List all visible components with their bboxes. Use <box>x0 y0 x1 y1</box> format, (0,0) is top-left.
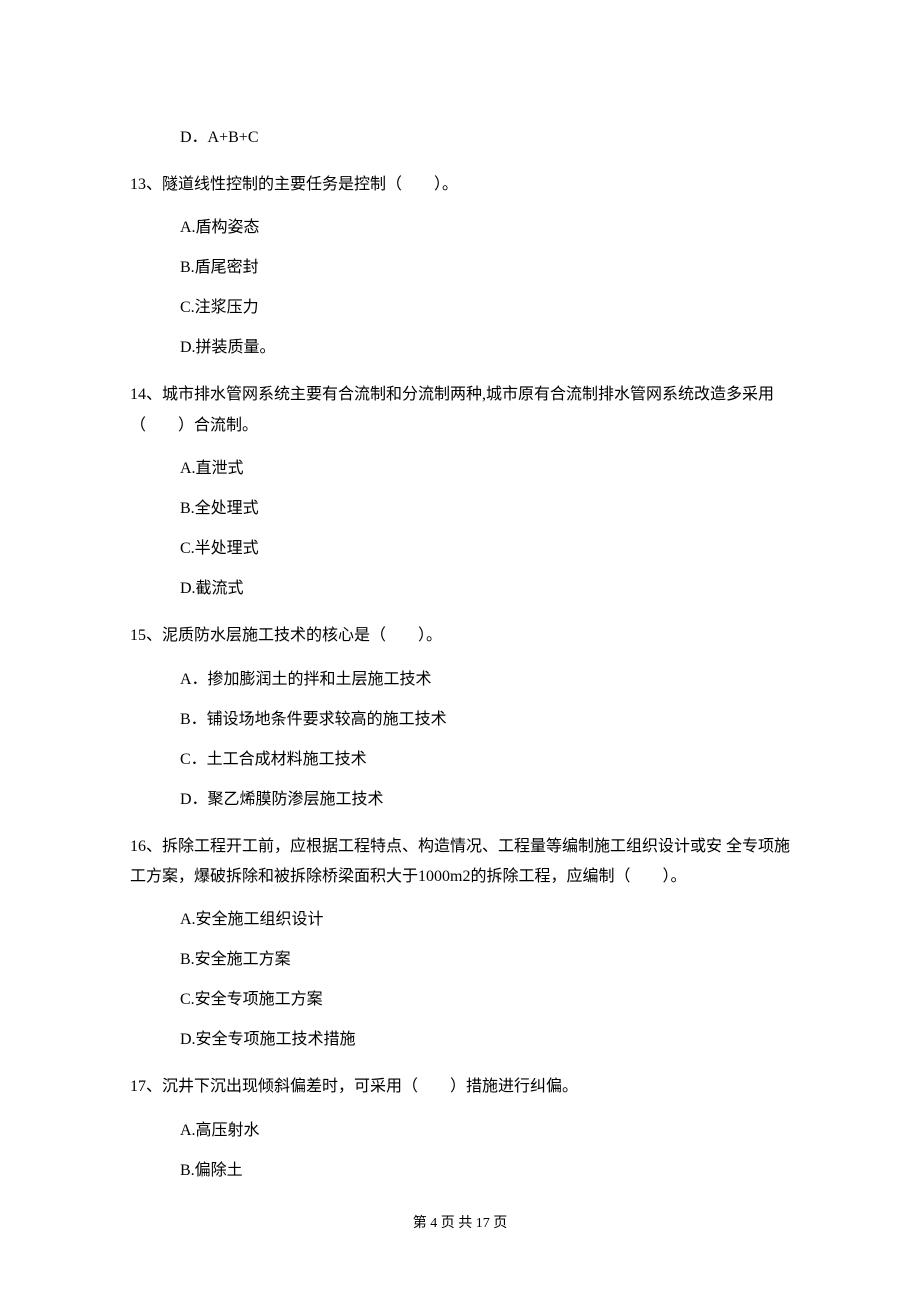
question-15-stem: 15、泥质防水层施工技术的核心是（ ）。 <box>130 621 790 651</box>
question-15-option-b: B．铺设场地条件要求较高的施工技术 <box>180 708 790 732</box>
question-17-option-b: B.偏除土 <box>180 1159 790 1183</box>
question-17-stem: 17、沉井下沉出现倾斜偏差时，可采用（ ）措施进行纠偏。 <box>130 1072 790 1102</box>
option-d-prev: D．A+B+C <box>180 126 790 150</box>
question-13-option-b: B.盾尾密封 <box>180 256 790 280</box>
question-13-option-a: A.盾构姿态 <box>180 216 790 240</box>
question-17-option-a: A.高压射水 <box>180 1119 790 1143</box>
question-16-option-c: C.安全专项施工方案 <box>180 988 790 1012</box>
question-16-option-b: B.安全施工方案 <box>180 948 790 972</box>
question-14-option-a: A.直泄式 <box>180 457 790 481</box>
question-16-stem: 16、拆除工程开工前，应根据工程特点、构造情况、工程量等编制施工组织设计或安 全… <box>130 832 790 893</box>
question-15-option-a: A．掺加膨润土的拌和土层施工技术 <box>180 668 790 692</box>
page-footer: 第 4 页 共 17 页 <box>130 1213 790 1254</box>
question-15-option-d: D．聚乙烯膜防渗层施工技术 <box>180 788 790 812</box>
question-14-option-d: D.截流式 <box>180 577 790 601</box>
question-13-option-c: C.注浆压力 <box>180 296 790 320</box>
question-14-option-b: B.全处理式 <box>180 497 790 521</box>
question-16-option-a: A.安全施工组织设计 <box>180 908 790 932</box>
question-13-option-d: D.拼装质量。 <box>180 336 790 360</box>
question-13-stem: 13、隧道线性控制的主要任务是控制（ ）。 <box>130 170 790 200</box>
question-14-stem: 14、城市排水管网系统主要有合流制和分流制两种,城市原有合流制排水管网系统改造多… <box>130 380 790 441</box>
question-15-option-c: C．土工合成材料施工技术 <box>180 748 790 772</box>
question-14-option-c: C.半处理式 <box>180 537 790 561</box>
question-16-option-d: D.安全专项施工技术措施 <box>180 1028 790 1052</box>
